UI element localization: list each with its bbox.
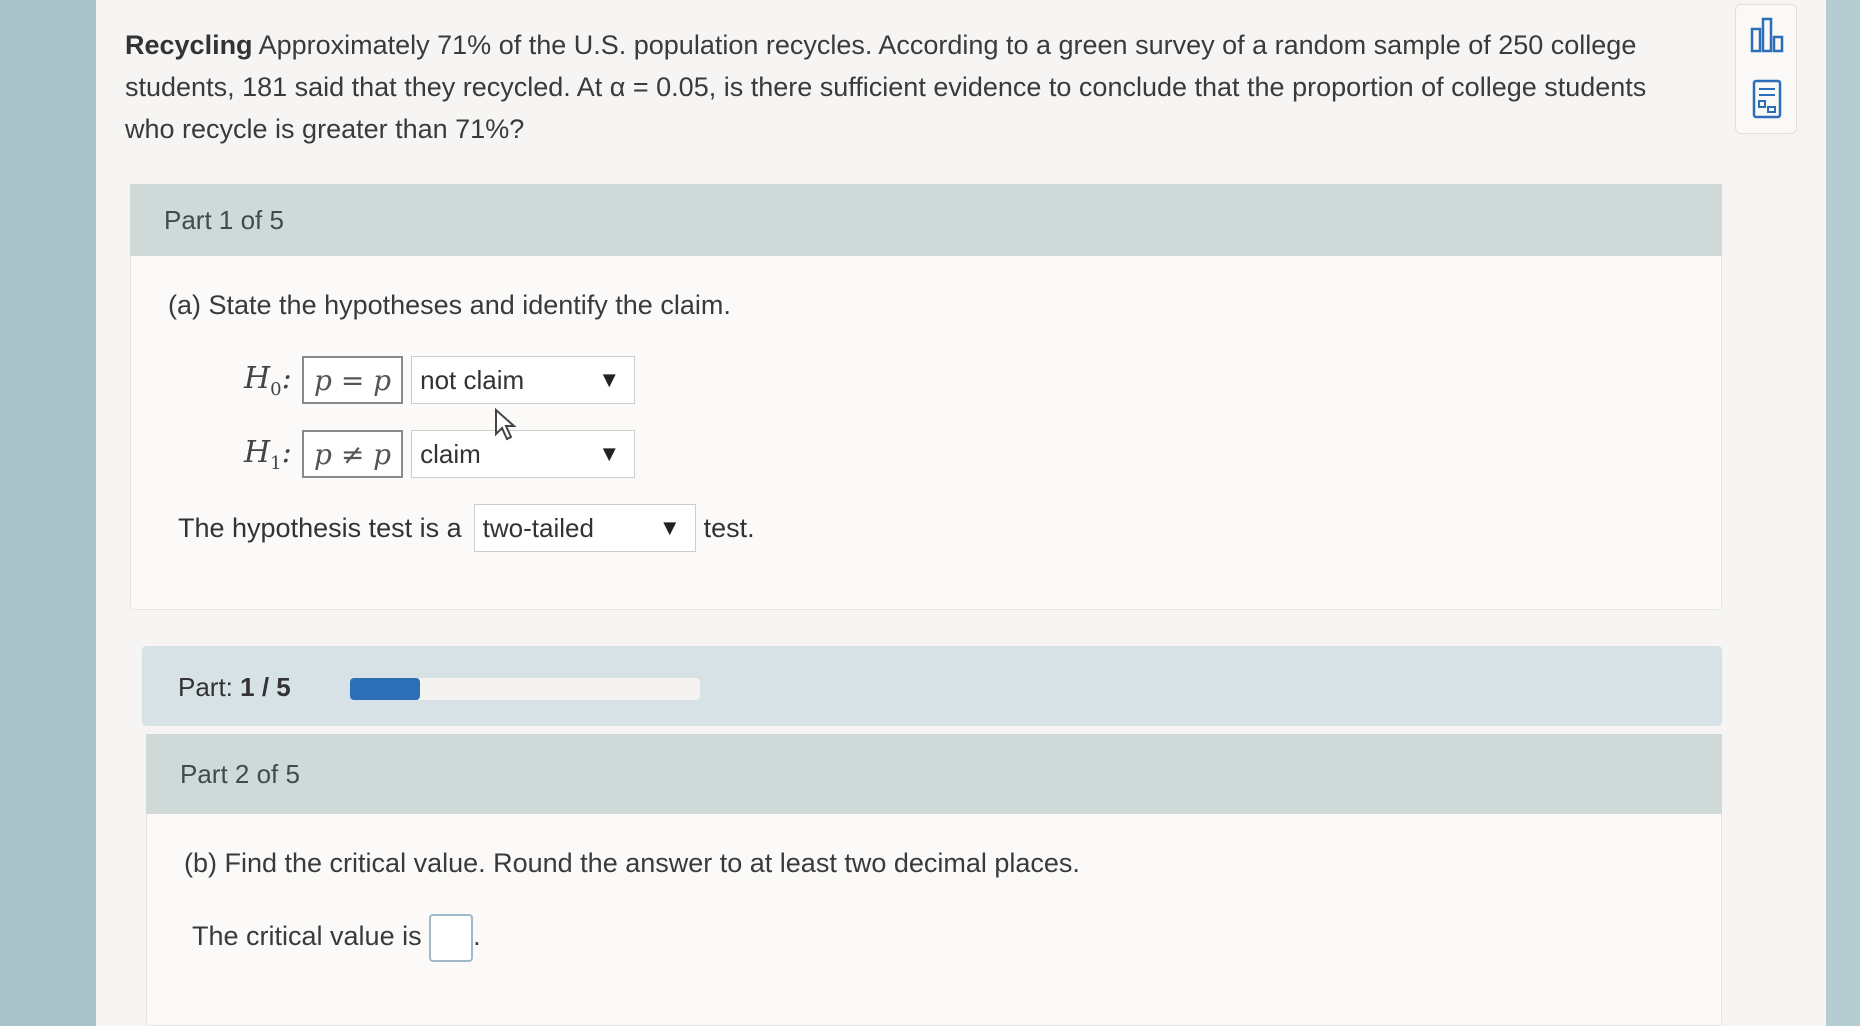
calculator-icon[interactable]	[1750, 79, 1784, 119]
critical-value-prefix: The critical value is	[192, 921, 422, 952]
dropdown-arrow-icon: ▼	[598, 441, 621, 466]
critical-value-input[interactable]	[429, 914, 474, 962]
test-type-dropdown[interactable]: two-tailed ▼	[473, 504, 696, 552]
h1-claim-dropdown[interactable]: claim ▼	[411, 430, 636, 478]
h0-label: H0:	[244, 360, 292, 400]
test-type-value: two-tailed	[482, 512, 594, 543]
progress-label: Part: 1 / 5	[178, 672, 291, 702]
dropdown-arrow-icon: ▼	[658, 515, 681, 540]
progress-value: 1 / 5	[240, 672, 291, 702]
dropdown-arrow-icon: ▼	[598, 367, 621, 392]
bar-chart-icon[interactable]	[1750, 15, 1784, 55]
test-type-row: The hypothesis test is a two-tailed ▼ te…	[178, 504, 755, 552]
h0-claim-value: not claim	[420, 364, 525, 395]
h0-row: H0: p = p not claim ▼	[244, 356, 636, 404]
h1-row: H1: p ≠ p claim ▼	[244, 430, 636, 478]
part2-question: (b) Find the critical value. Round the a…	[184, 848, 1080, 878]
part2-header-label: Part 2 of 5	[180, 758, 300, 789]
test-type-suffix: test.	[703, 512, 755, 543]
part1-question: (a) State the hypotheses and identify th…	[168, 290, 731, 320]
tool-panel	[1735, 4, 1797, 134]
problem-title: Recycling	[125, 30, 253, 60]
critical-value-row: The critical value is .	[192, 914, 481, 962]
progress-fill	[350, 678, 420, 700]
problem-statement: Recycling Approximately 71% of the U.S. …	[125, 24, 1715, 150]
test-type-prefix: The hypothesis test is a	[178, 512, 462, 543]
problem-text-line1: Approximately 71% of the U.S. population…	[258, 30, 1637, 60]
right-background-rail	[1826, 0, 1860, 1026]
part2-header: Part 2 of 5	[146, 734, 1722, 814]
part1-header: Part 1 of 5	[130, 184, 1722, 256]
progress-track	[350, 678, 700, 700]
problem-text-line2: students, 181 said that they recycled. A…	[125, 72, 1647, 102]
h0-expression-field[interactable]: p = p	[302, 356, 404, 404]
h1-claim-value: claim	[420, 438, 481, 469]
h1-label: H1:	[244, 434, 292, 474]
part1-header-label: Part 1 of 5	[164, 204, 284, 235]
h0-claim-dropdown[interactable]: not claim ▼	[411, 356, 636, 404]
mouse-pointer-icon	[495, 408, 517, 441]
h1-expression-field[interactable]: p ≠ p	[302, 430, 404, 478]
problem-text-line3: who recycle is greater than 71%?	[125, 114, 525, 144]
